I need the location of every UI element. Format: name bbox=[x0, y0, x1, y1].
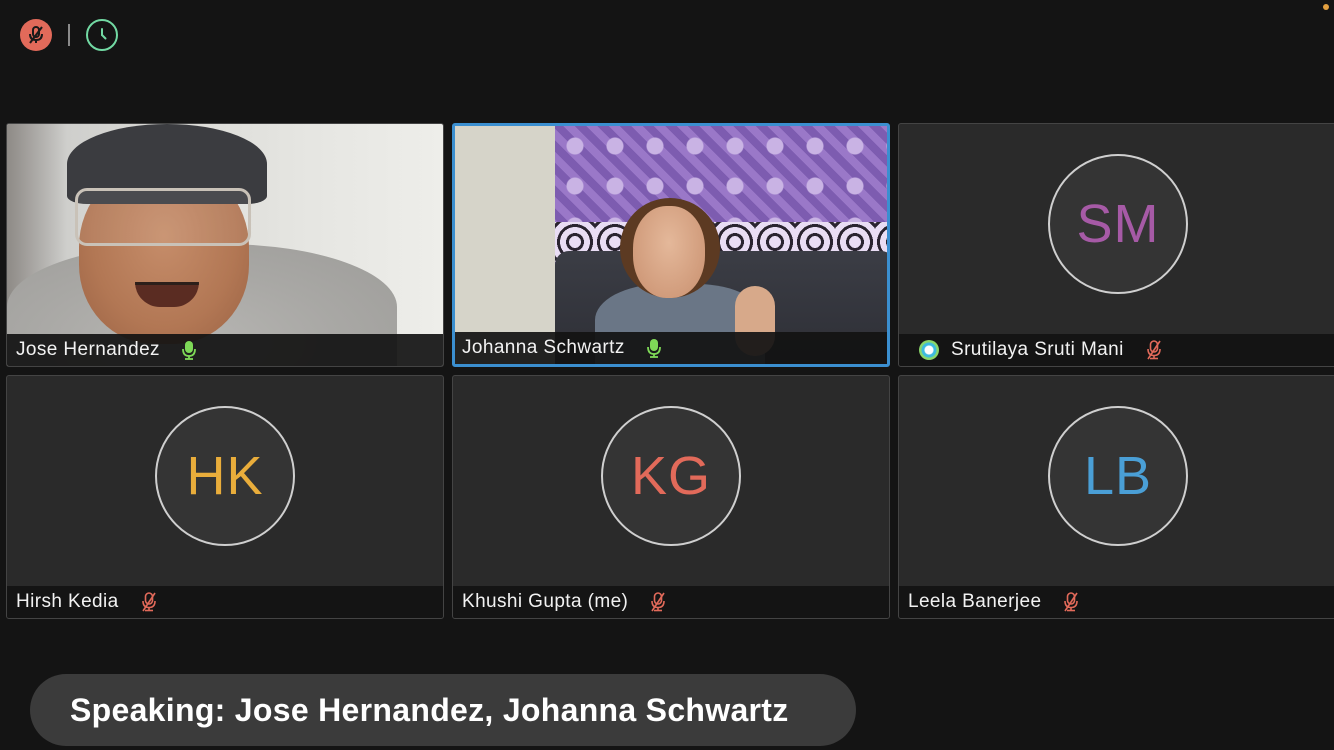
participant-name-bar: Srutilaya Sruti Mani bbox=[899, 334, 1334, 366]
participant-tile-leela-banerjee[interactable]: LB Leela Banerjee bbox=[898, 375, 1334, 619]
avatar: HK bbox=[155, 406, 295, 546]
participant-video bbox=[455, 126, 887, 364]
participant-name-bar: Leela Banerjee bbox=[899, 586, 1334, 618]
participant-name: Johanna Schwartz bbox=[462, 337, 625, 358]
participant-name: Jose Hernandez bbox=[16, 339, 160, 360]
meeting-timer-button[interactable] bbox=[86, 19, 118, 51]
mic-active-icon bbox=[646, 337, 661, 359]
mic-muted-icon bbox=[29, 26, 43, 44]
clock-icon bbox=[101, 28, 107, 40]
mic-muted-icon bbox=[1063, 591, 1079, 613]
speaking-indicator-banner: Speaking: Jose Hernandez, Johanna Schwar… bbox=[30, 674, 856, 746]
participant-name: Hirsh Kedia bbox=[16, 591, 119, 612]
mute-toggle-button[interactable] bbox=[20, 19, 52, 51]
participant-video bbox=[7, 124, 443, 366]
mic-muted-icon bbox=[141, 591, 157, 613]
participant-tile-srutilaya-sruti-mani[interactable]: SM Srutilaya Sruti Mani bbox=[898, 123, 1334, 367]
meeting-stage: Jose Hernandez Johanna Schwartz SM Sruti… bbox=[0, 0, 1334, 750]
participant-name: Srutilaya Sruti Mani bbox=[951, 339, 1124, 360]
avatar: SM bbox=[1048, 154, 1188, 294]
participant-name-bar: Khushi Gupta (me) bbox=[453, 586, 889, 618]
participant-tile-khushi-gupta[interactable]: KG Khushi Gupta (me) bbox=[452, 375, 890, 619]
status-indicator-dot bbox=[1323, 4, 1329, 10]
speaking-indicator-text: Speaking: Jose Hernandez, Johanna Schwar… bbox=[70, 691, 789, 728]
participant-name: Khushi Gupta (me) bbox=[462, 591, 629, 612]
mic-muted-icon bbox=[1146, 339, 1162, 361]
mic-active-icon bbox=[182, 339, 196, 361]
participant-name: Leela Banerjee bbox=[908, 591, 1042, 612]
participant-tile-johanna-schwartz[interactable]: Johanna Schwartz bbox=[452, 123, 890, 367]
topbar-divider bbox=[68, 24, 70, 46]
participant-tile-jose-hernandez[interactable]: Jose Hernandez bbox=[6, 123, 444, 367]
participant-name-bar: Johanna Schwartz bbox=[455, 332, 887, 364]
avatar: KG bbox=[601, 406, 741, 546]
app-badge-icon bbox=[919, 340, 939, 360]
participant-name-bar: Hirsh Kedia bbox=[7, 586, 443, 618]
participant-name-bar: Jose Hernandez bbox=[7, 334, 443, 366]
mic-muted-icon bbox=[650, 591, 666, 613]
avatar: LB bbox=[1048, 406, 1188, 546]
participant-tile-hirsh-kedia[interactable]: HK Hirsh Kedia bbox=[6, 375, 444, 619]
